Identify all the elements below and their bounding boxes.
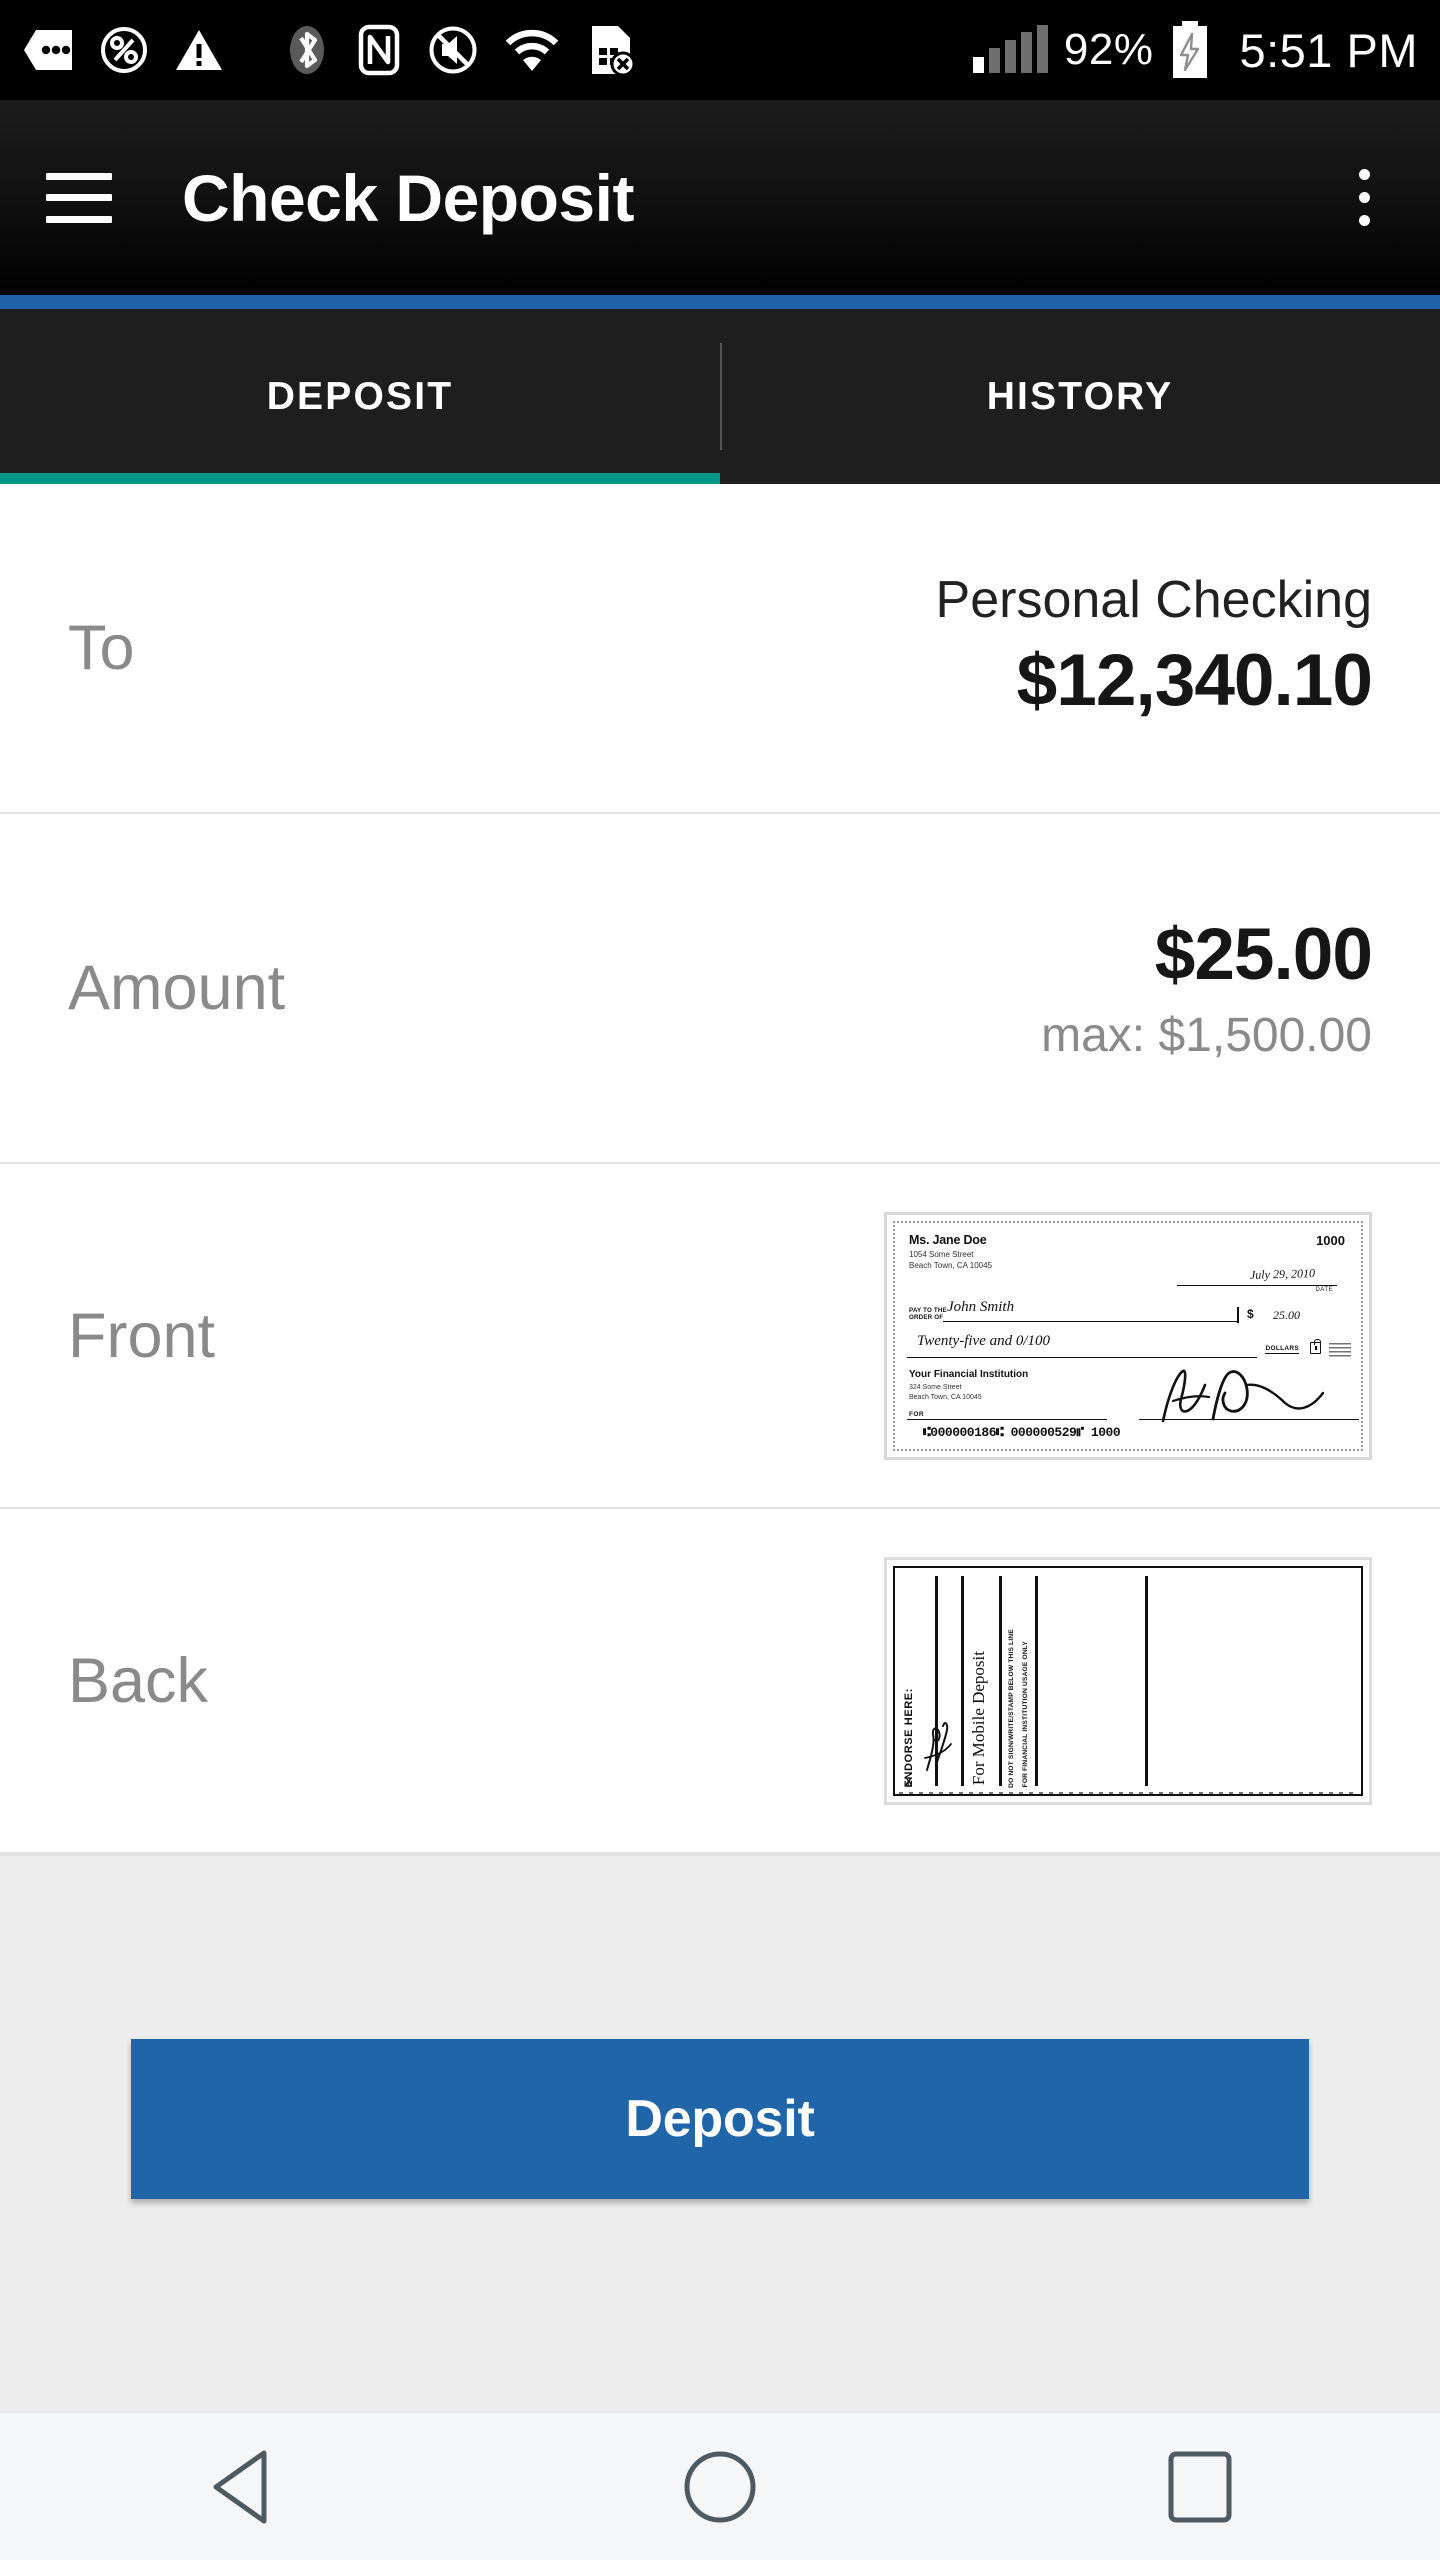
percent-circle-icon — [101, 27, 147, 73]
app-bar: Check Deposit — [0, 100, 1440, 295]
tab-deposit-label: DEPOSIT — [266, 374, 454, 418]
footer-action-area: Deposit — [0, 1854, 1440, 2412]
home-circle-icon — [684, 2451, 756, 2522]
status-bar-right-icons: 92% 5:51 PM — [972, 21, 1418, 79]
tab-history-label: HISTORY — [986, 374, 1174, 418]
mute-icon — [429, 26, 477, 74]
front-label: Front — [68, 1300, 216, 1371]
check-back-image: ENDORSE HERE: X For Mobile Deposit DO NO… — [884, 1556, 1372, 1805]
amount-value: $25.00 — [1154, 913, 1373, 995]
status-bar-left-icons — [22, 24, 636, 76]
check-payee-line — [943, 1320, 1238, 1322]
check-payer-address-2: Beach Town, CA 10045 — [909, 1260, 993, 1270]
check-bank-address-1: 324 Some Street — [909, 1383, 962, 1391]
check-for-line — [907, 1418, 1107, 1420]
battery-charging-icon — [1173, 21, 1208, 78]
check-amount-numeric: 25.00 — [1273, 1307, 1300, 1322]
sms-icon — [24, 30, 72, 70]
sim-card-error-icon — [592, 26, 636, 76]
check-payee: John Smith — [947, 1298, 1015, 1315]
endorse-here-label: ENDORSE HERE: — [903, 1688, 915, 1788]
nav-recents-button[interactable] — [1125, 2413, 1275, 2561]
tab-history[interactable]: HISTORY — [720, 309, 1440, 484]
deposit-form: To Personal Checking $12,340.10 Amount $… — [0, 484, 1440, 1854]
row-check-back[interactable]: Back ENDORSE HERE: X For Mobile Deposit … — [0, 1509, 1440, 1854]
recents-square-icon — [1168, 2451, 1232, 2522]
nav-back-button[interactable] — [165, 2413, 315, 2561]
signal-bars-icon — [972, 25, 1048, 73]
check-number: 1000 — [1316, 1232, 1345, 1248]
endorse-x-mark: X — [905, 1775, 913, 1788]
check-amount-words-line — [907, 1356, 1257, 1358]
tab-bar: DEPOSIT HISTORY — [0, 309, 1440, 484]
to-value-group: Personal Checking $12,340.10 — [935, 571, 1373, 724]
check-payer-name: Ms. Jane Doe — [909, 1232, 987, 1247]
endorsement-warning-2: FOR FINANCIAL INSTITUTION USAGE ONLY — [1022, 1641, 1029, 1788]
check-back-dotted-edge — [899, 1791, 1357, 1794]
row-amount[interactable]: Amount $25.00 max: $1,500.00 — [0, 814, 1440, 1164]
microprint-block — [1329, 1342, 1351, 1357]
amount-value-group: $25.00 max: $1,500.00 — [1041, 913, 1373, 1064]
wifi-icon — [505, 29, 559, 71]
account-balance: $12,340.10 — [1016, 640, 1373, 722]
deposit-button[interactable]: Deposit — [131, 2039, 1309, 2199]
tab-deposit[interactable]: DEPOSIT — [0, 309, 720, 484]
page-title: Check Deposit — [182, 160, 634, 235]
endorsement-warning-1: DO NOT SIGN/WRITE/STAMP BELOW THIS LINE — [1008, 1628, 1015, 1788]
check-micr-line: ⑆000000186⑆ 000000529⑈ 1000 — [923, 1424, 1121, 1440]
account-name: Personal Checking — [935, 571, 1372, 630]
check-pay-to-order-label: PAY TO THE ORDER OF — [909, 1306, 947, 1321]
check-date: July 29, 2010 — [1249, 1265, 1316, 1282]
amount-max-hint: max: $1,500.00 — [1041, 1009, 1372, 1063]
mobile-deposit-endorsement: For Mobile Deposit — [969, 1651, 988, 1786]
to-label: To — [68, 613, 135, 683]
check-signature-icon — [1161, 1369, 1325, 1422]
check-front-image: Ms. Jane Doe 1054 Some Street Beach Town… — [884, 1211, 1372, 1460]
battery-percent-label: 92% — [1063, 25, 1154, 74]
phone-screen: 92% 5:51 PM Check Deposit DEPOSIT HISTOR… — [0, 0, 1440, 2560]
nfc-icon — [358, 24, 400, 76]
hamburger-menu-icon[interactable] — [46, 172, 112, 223]
system-navigation-bar — [0, 2412, 1440, 2560]
check-payer-address-1: 1054 Some Street — [909, 1249, 974, 1259]
status-bar: 92% 5:51 PM — [0, 0, 1440, 100]
active-tab-indicator — [0, 473, 720, 484]
check-bank-address-2: Beach Town, CA 10045 — [909, 1393, 982, 1401]
check-date-line — [1177, 1284, 1337, 1286]
endorsement-signature-icon — [924, 1721, 952, 1771]
security-lock-icon — [1310, 1338, 1321, 1354]
check-front-thumbnail[interactable]: Ms. Jane Doe 1054 Some Street Beach Town… — [884, 1211, 1372, 1460]
check-for-label: FOR — [909, 1410, 924, 1418]
check-payee-tick — [1237, 1306, 1239, 1323]
check-date-label: DATE — [1315, 1286, 1333, 1293]
check-dollar-sign: $ — [1247, 1306, 1254, 1321]
overflow-menu-icon[interactable] — [1334, 153, 1394, 243]
back-label: Back — [68, 1645, 209, 1716]
nav-home-button[interactable] — [645, 2413, 795, 2561]
check-back-thumbnail[interactable]: ENDORSE HERE: X For Mobile Deposit DO NO… — [884, 1556, 1372, 1805]
warning-triangle-icon — [176, 30, 222, 70]
check-dollars-label: DOLLARS — [1265, 1344, 1299, 1354]
check-bank-name: Your Financial Institution — [909, 1368, 1029, 1380]
row-to-account[interactable]: To Personal Checking $12,340.10 — [0, 484, 1440, 814]
app-bar-accent-line — [0, 295, 1440, 309]
back-triangle-icon — [213, 2450, 267, 2523]
clock-label: 5:51 PM — [1239, 23, 1418, 77]
row-check-front[interactable]: Front Ms. Jane Doe 1054 Some Street Beac… — [0, 1164, 1440, 1509]
bluetooth-icon — [290, 26, 324, 74]
check-amount-words: Twenty-five and 0/100 — [917, 1332, 1051, 1349]
amount-label: Amount — [68, 953, 286, 1023]
